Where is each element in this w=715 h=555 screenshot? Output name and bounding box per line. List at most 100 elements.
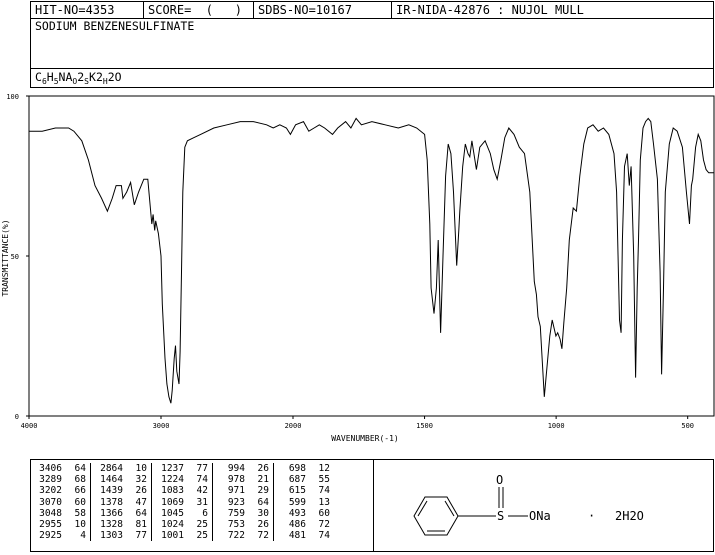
peak-wavenumber: 1378: [100, 496, 123, 508]
water-label: 2H2O: [615, 509, 644, 523]
peak-wavenumber: 698: [288, 463, 306, 474]
y-tick-label: 0: [15, 413, 19, 421]
peak-wavenumber: 2925: [39, 530, 62, 542]
peak-wavenumber: 2864: [100, 463, 123, 474]
x-axis-label: WAVENUMBER(-1): [331, 434, 398, 443]
peak-transmittance: 74: [318, 530, 330, 542]
peak-row: 2925 4 1303 77 1001 25 722 72 481 74: [30, 530, 332, 542]
peak-transmittance: 55: [318, 474, 330, 486]
sodium-oxide-label: ONa: [529, 509, 551, 523]
y-axis-label: TRANSMITTANCE(%): [1, 219, 10, 296]
peak-row: 2955 10 1328 81 1024 25 753 26 486 72: [30, 519, 332, 531]
peak-transmittance: 25: [186, 530, 213, 542]
peak-row: 3406 64 2864 10 1237 77 994 26 698 12: [30, 463, 332, 475]
peak-transmittance: 60: [64, 496, 91, 508]
peak-transmittance: 21: [247, 474, 274, 486]
peak-wavenumber: 923: [227, 496, 245, 508]
y-tick-label: 100: [6, 93, 19, 101]
structure-box: S O ONa · 2H2O: [373, 459, 714, 552]
peak-transmittance: 60: [318, 507, 330, 519]
peak-transmittance: 81: [125, 519, 152, 531]
ir-spectrum-chart: 0 50 100 4000 3000 2000 1500 1000 500 WAVENUMBE…: [1, 93, 715, 443]
peak-wavenumber: 481: [288, 530, 306, 542]
peak-table: 3406 64 2864 10 1237 77 994 26 698 12 3289 68 1464 32…: [30, 463, 332, 542]
peak-wavenumber: 1083: [161, 485, 184, 497]
peak-wavenumber: 1366: [100, 507, 123, 519]
peak-transmittance: 31: [186, 496, 213, 508]
peak-wavenumber: 1045: [161, 507, 184, 519]
peak-transmittance: 12: [318, 463, 330, 474]
peak-transmittance: 77: [125, 530, 152, 542]
peak-wavenumber: 753: [227, 519, 245, 531]
peak-transmittance: 64: [64, 463, 91, 475]
peak-transmittance: 64: [125, 507, 152, 520]
peak-transmittance: 74: [318, 485, 330, 497]
peak-wavenumber: 1224: [161, 474, 184, 486]
peak-row: 3070 60 1378 47 1069 31 923 64 599 13: [30, 496, 332, 508]
hydrate-dot: ·: [588, 509, 595, 523]
peak-transmittance: 64: [247, 496, 274, 508]
peak-transmittance: 74: [186, 474, 213, 486]
y-tick-label: 50: [11, 253, 19, 261]
peak-wavenumber: 615: [288, 485, 306, 497]
peak-wavenumber: 599: [288, 496, 306, 508]
structure-drawing: S O ONa · 2H2O: [413, 473, 644, 536]
peak-transmittance: 29: [247, 485, 274, 497]
peak-wavenumber: 1328: [100, 519, 123, 531]
peak-transmittance: 72: [247, 530, 274, 542]
benzene-ring: [413, 496, 496, 536]
x-axis-ticks: 4000 3000 2000 1500 1000 500: [21, 416, 694, 430]
x-tick-label: 4000: [21, 422, 38, 430]
peak-wavenumber: 1069: [161, 496, 184, 508]
spectrum-line: [29, 117, 714, 404]
peak-transmittance: 10: [125, 463, 152, 475]
peak-transmittance: 13: [318, 496, 330, 508]
peak-wavenumber: 978: [227, 474, 245, 486]
oxygen-atom: O: [496, 473, 503, 487]
peak-wavenumber: 1303: [100, 530, 123, 542]
peak-wavenumber: 2955: [39, 519, 62, 531]
x-tick-label: 1500: [416, 422, 433, 430]
peak-transmittance: 58: [64, 507, 91, 520]
x-tick-label: 2000: [285, 422, 302, 430]
peak-transmittance: 68: [64, 474, 91, 486]
peak-wavenumber: 687: [288, 474, 306, 486]
peak-wavenumber: 994: [227, 463, 245, 474]
peak-row: 3048 58 1366 64 1045 6 759 30 493 60: [30, 507, 332, 520]
peak-transmittance: 42: [186, 485, 213, 497]
peak-wavenumber: 3070: [39, 496, 62, 508]
peak-transmittance: 66: [64, 485, 91, 497]
peak-wavenumber: 3048: [39, 507, 62, 519]
peak-transmittance: 26: [247, 519, 274, 531]
peak-wavenumber: 493: [288, 507, 306, 519]
peak-transmittance: 72: [318, 519, 330, 531]
peak-wavenumber: 1001: [161, 530, 184, 542]
peak-transmittance: 30: [247, 507, 274, 520]
peak-wavenumber: 1464: [100, 474, 123, 486]
peak-wavenumber: 3289: [39, 474, 62, 486]
peak-transmittance: 4: [64, 530, 91, 542]
peak-wavenumber: 722: [227, 530, 245, 542]
sulfur-atom: S: [497, 509, 504, 523]
peak-row: 3289 68 1464 32 1224 74 978 21 687 55: [30, 474, 332, 486]
peak-wavenumber: 1439: [100, 485, 123, 497]
peak-wavenumber: 759: [227, 507, 245, 519]
peak-transmittance: 25: [186, 519, 213, 531]
peak-wavenumber: 971: [227, 485, 245, 497]
peak-transmittance: 10: [64, 519, 91, 531]
peak-wavenumber: 3406: [39, 463, 62, 474]
peak-transmittance: 6: [186, 507, 213, 520]
peak-transmittance: 26: [247, 463, 274, 475]
peak-row: 3202 66 1439 26 1083 42 971 29 615 74: [30, 485, 332, 497]
peak-wavenumber: 486: [288, 519, 306, 531]
peak-transmittance: 32: [125, 474, 152, 486]
x-tick-label: 1000: [548, 422, 565, 430]
peak-wavenumber: 1024: [161, 519, 184, 531]
peak-transmittance: 77: [186, 463, 213, 475]
peak-transmittance: 47: [125, 496, 152, 508]
peak-wavenumber: 3202: [39, 485, 62, 497]
x-tick-label: 500: [681, 422, 694, 430]
x-tick-label: 3000: [153, 422, 170, 430]
peak-transmittance: 26: [125, 485, 152, 497]
peak-wavenumber: 1237: [161, 463, 184, 474]
